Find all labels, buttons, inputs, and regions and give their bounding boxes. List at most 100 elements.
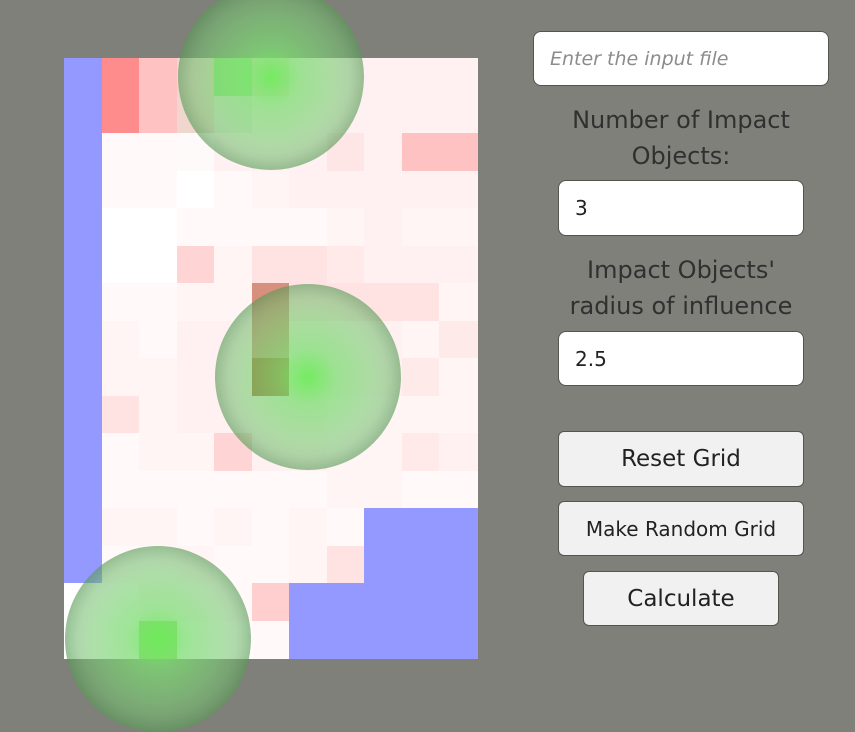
grid-cell[interactable] <box>176 320 215 359</box>
grid-cell[interactable] <box>176 170 215 209</box>
wall-cell[interactable] <box>64 320 103 359</box>
reset-grid-button[interactable]: Reset Grid <box>558 431 804 487</box>
grid-cell[interactable] <box>139 245 178 284</box>
grid-cell[interactable] <box>326 470 365 509</box>
wall-cell[interactable] <box>64 358 103 397</box>
grid-cell[interactable] <box>326 508 365 547</box>
grid-cell[interactable] <box>439 395 478 434</box>
grid-cell[interactable] <box>364 208 403 247</box>
grid-cell[interactable] <box>101 133 140 172</box>
grid-cell[interactable] <box>139 358 178 397</box>
wall-cell[interactable] <box>64 470 103 509</box>
grid-cell[interactable] <box>139 133 178 172</box>
grid-cell[interactable] <box>251 245 290 284</box>
grid-cell[interactable] <box>326 545 365 584</box>
grid-cell[interactable] <box>176 208 215 247</box>
radius-field[interactable] <box>558 331 804 386</box>
grid-cell[interactable] <box>326 245 365 284</box>
grid-cell[interactable] <box>401 208 441 247</box>
wall-cell[interactable] <box>364 545 403 584</box>
grid-cell[interactable] <box>251 583 290 622</box>
grid-cell[interactable] <box>439 170 478 209</box>
grid-cell[interactable] <box>251 545 290 584</box>
grid-cell[interactable] <box>176 470 215 509</box>
grid-cell[interactable] <box>439 245 478 284</box>
grid-cell[interactable] <box>401 433 441 472</box>
grid-cell[interactable] <box>176 283 215 322</box>
grid-cell[interactable] <box>401 245 441 284</box>
wall-cell[interactable] <box>64 395 103 434</box>
grid-cell[interactable] <box>251 620 290 659</box>
grid-cell[interactable] <box>401 320 441 359</box>
grid-cell[interactable] <box>101 358 140 397</box>
grid-cell[interactable] <box>439 133 478 172</box>
grid-cell[interactable] <box>364 95 403 134</box>
wall-cell[interactable] <box>401 508 441 547</box>
grid-cell[interactable] <box>364 170 403 209</box>
grid-cell[interactable] <box>214 245 253 284</box>
grid-cell[interactable] <box>439 283 478 322</box>
grid-cell[interactable] <box>401 58 441 97</box>
make-random-grid-button[interactable]: Make Random Grid <box>558 501 804 556</box>
grid-cell[interactable] <box>139 283 178 322</box>
grid-cell[interactable] <box>251 208 290 247</box>
wall-cell[interactable] <box>64 508 103 547</box>
grid-cell[interactable] <box>139 508 178 547</box>
grid-cell[interactable] <box>289 245 328 284</box>
grid-cell[interactable] <box>176 508 215 547</box>
grid-cell[interactable] <box>364 470 403 509</box>
grid-cell[interactable] <box>176 358 215 397</box>
wall-cell[interactable] <box>64 58 103 97</box>
grid-cell[interactable] <box>176 433 215 472</box>
grid-cell[interactable] <box>289 508 328 547</box>
grid-cell[interactable] <box>289 170 328 209</box>
wall-cell[interactable] <box>439 620 478 659</box>
grid-cell[interactable] <box>214 508 253 547</box>
grid-cell[interactable] <box>439 95 478 134</box>
grid-cell[interactable] <box>214 208 253 247</box>
impact-object[interactable] <box>64 546 251 732</box>
grid-cell[interactable] <box>364 245 403 284</box>
wall-cell[interactable] <box>64 245 103 284</box>
grid-cell[interactable] <box>101 508 140 547</box>
wall-cell[interactable] <box>326 620 365 659</box>
grid-cell[interactable] <box>401 358 441 397</box>
impact-object[interactable] <box>215 283 402 470</box>
grid-cell[interactable] <box>289 545 328 584</box>
wall-cell[interactable] <box>401 583 441 622</box>
wall-cell[interactable] <box>401 545 441 584</box>
grid-cell[interactable] <box>439 320 478 359</box>
grid-cell[interactable] <box>139 395 178 434</box>
grid-cell[interactable] <box>439 58 478 97</box>
wall-cell[interactable] <box>64 170 103 209</box>
wall-cell[interactable] <box>64 95 103 134</box>
wall-cell[interactable] <box>326 583 365 622</box>
grid-cell[interactable] <box>101 170 140 209</box>
grid-cell[interactable] <box>139 470 178 509</box>
grid-cell[interactable] <box>401 395 441 434</box>
grid-cell[interactable] <box>139 58 178 97</box>
wall-cell[interactable] <box>439 545 478 584</box>
num-objects-field[interactable] <box>558 180 804 236</box>
grid-cell[interactable] <box>439 358 478 397</box>
grid-cell[interactable] <box>139 95 178 134</box>
grid-cell[interactable] <box>101 433 140 472</box>
wall-cell[interactable] <box>364 620 403 659</box>
grid-cell[interactable] <box>439 470 478 509</box>
grid-cell[interactable] <box>401 170 441 209</box>
grid-cell[interactable] <box>401 283 441 322</box>
grid-cell[interactable] <box>251 508 290 547</box>
wall-cell[interactable] <box>364 583 403 622</box>
grid-cell[interactable] <box>101 58 140 97</box>
wall-cell[interactable] <box>64 208 103 247</box>
wall-cell[interactable] <box>289 583 328 622</box>
grid-cell[interactable] <box>326 208 365 247</box>
input-file-field[interactable] <box>533 31 829 86</box>
grid-cell[interactable] <box>214 170 253 209</box>
grid-cell[interactable] <box>214 470 253 509</box>
wall-cell[interactable] <box>64 133 103 172</box>
grid-cell[interactable] <box>401 470 441 509</box>
wall-cell[interactable] <box>439 583 478 622</box>
wall-cell[interactable] <box>401 620 441 659</box>
grid-cell[interactable] <box>101 395 140 434</box>
